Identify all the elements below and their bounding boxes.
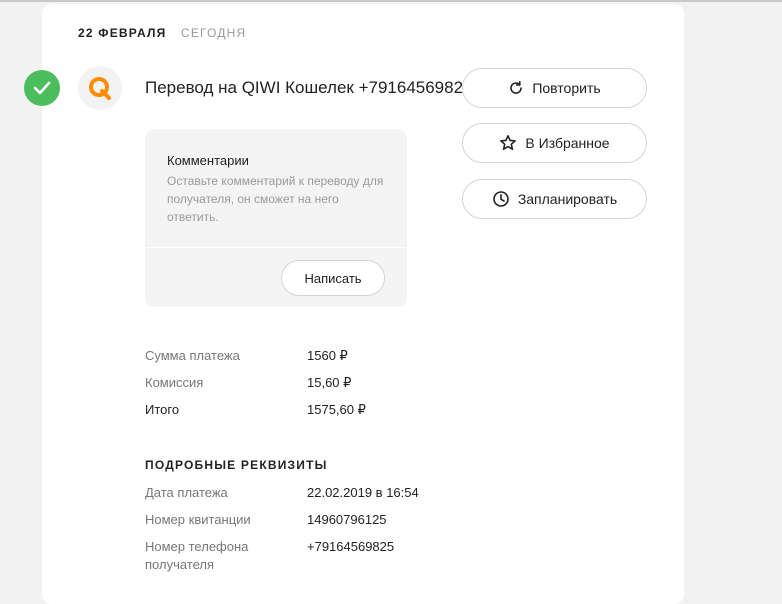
total-value: 1575,60 ₽ xyxy=(307,402,366,417)
top-divider xyxy=(0,0,782,2)
fee-label: Комиссия xyxy=(145,375,204,390)
payment-card: 22 ФЕВРАЛЯ СЕГОДНЯ Перевод на QIWI Кошел… xyxy=(24,4,684,604)
date-header: 22 ФЕВРАЛЯ СЕГОДНЯ xyxy=(78,26,246,40)
schedule-button-label: Запланировать xyxy=(517,191,618,207)
repeat-button[interactable]: Повторить xyxy=(462,68,647,108)
total-label: Итого xyxy=(145,402,180,417)
fee-value: 15,60 ₽ xyxy=(307,375,352,390)
payment-title: Перевод на QIWI Кошелек +79164569825 xyxy=(145,78,473,97)
recipient-phone-value: +79164569825 xyxy=(307,539,395,554)
clock-icon xyxy=(493,191,509,207)
repeat-icon xyxy=(510,81,523,94)
favorite-button-label: В Избранное xyxy=(525,135,610,151)
amount-label: Сумма платежа xyxy=(145,348,240,363)
payment-date-value: 22.02.2019 в 16:54 xyxy=(307,485,419,500)
write-comment-button[interactable]: Написать xyxy=(281,260,385,296)
receipt-number-value: 14960796125 xyxy=(307,512,387,527)
comments-description: Оставьте комментарий к переводу для полу… xyxy=(167,174,384,224)
star-icon xyxy=(500,135,517,150)
details-section-title: ПОДРОБНЫЕ РЕКВИЗИТЫ xyxy=(145,458,328,472)
repeat-button-label: Повторить xyxy=(532,80,601,96)
receipt-number-label: Номер квитанции xyxy=(145,512,251,527)
check-icon xyxy=(24,70,60,106)
payment-date-label: Дата платежа xyxy=(145,485,228,500)
comments-divider xyxy=(145,247,407,248)
comments-title: Комментарии xyxy=(167,153,249,168)
date-label: 22 ФЕВРАЛЯ xyxy=(78,26,167,40)
recipient-phone-label: Номер телефона получателя xyxy=(145,539,249,572)
schedule-button[interactable]: Запланировать xyxy=(462,179,647,219)
qiwi-logo-icon xyxy=(78,66,122,110)
amount-value: 1560 ₽ xyxy=(307,348,348,363)
relative-day-label: СЕГОДНЯ xyxy=(180,26,247,40)
add-to-favorites-button[interactable]: В Избранное xyxy=(462,123,647,163)
comments-panel: Комментарии Оставьте комментарий к перев… xyxy=(145,129,407,307)
